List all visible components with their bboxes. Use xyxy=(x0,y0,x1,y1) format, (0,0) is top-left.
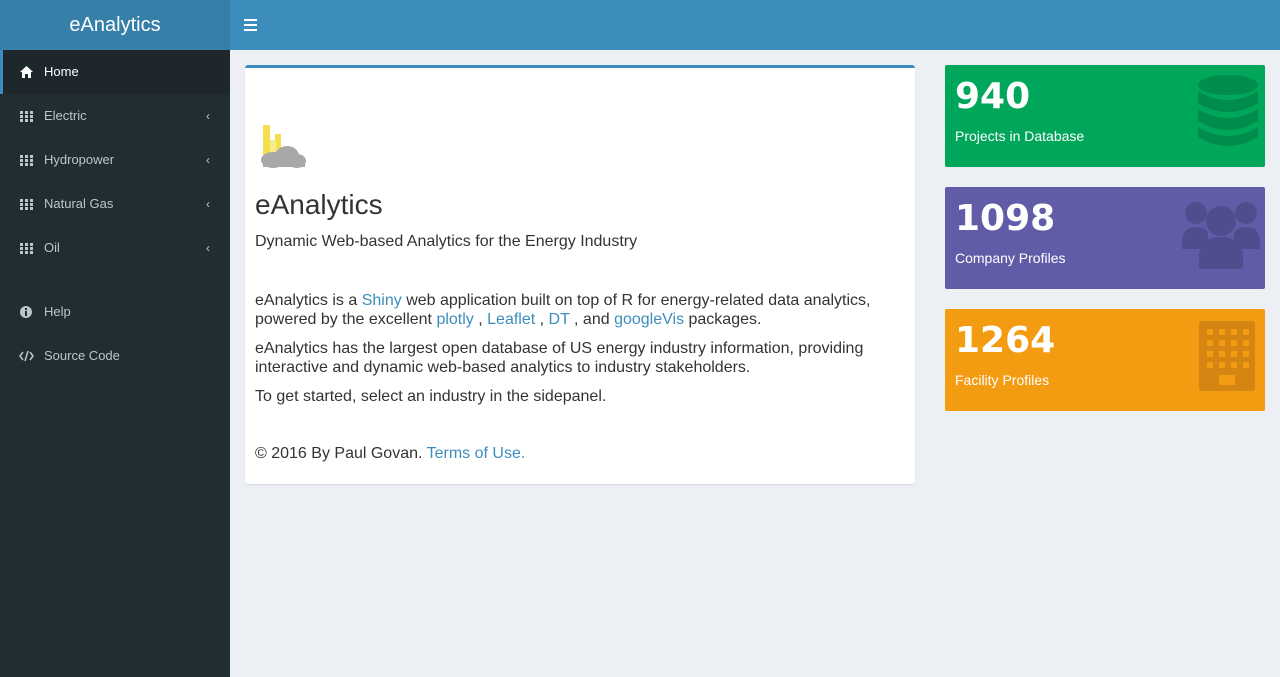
sidebar-item-source-code[interactable]: Source Code xyxy=(0,334,230,378)
sidebar-item-natural-gas[interactable]: Natural Gas ‹ xyxy=(0,182,230,226)
database-icon xyxy=(1198,75,1258,146)
home-icon xyxy=(18,50,34,94)
sidebar-item-label: Natural Gas xyxy=(44,196,114,211)
facilities-value-box: 1264 Facility Profiles xyxy=(945,309,1265,411)
separator-text: , xyxy=(535,311,549,328)
top-navbar xyxy=(230,0,1280,50)
leaflet-link[interactable]: Leaflet xyxy=(487,311,535,328)
sidebar-item-home[interactable]: Home xyxy=(0,50,230,94)
plotly-link[interactable]: plotly xyxy=(436,311,473,328)
sidebar-item-label: Help xyxy=(44,304,71,319)
sidebar-item-label: Hydropower xyxy=(44,152,115,167)
page-subtitle: Dynamic Web-based Analytics for the Ener… xyxy=(255,233,638,250)
intro-box: eAnalytics Dynamic Web-based Analytics f… xyxy=(245,65,915,484)
sidebar-item-label: Home xyxy=(44,64,79,79)
intro-body: eAnalytics is a Shiny web application bu… xyxy=(255,291,905,416)
projects-count: 940 xyxy=(955,76,1031,117)
building-icon xyxy=(1199,321,1255,391)
sidebar-item-label: Source Code xyxy=(44,348,120,363)
sidebar-item-help[interactable]: Help xyxy=(0,290,230,334)
intro-paragraph: eAnalytics is a Shiny web application bu… xyxy=(255,291,905,329)
separator-text: , and xyxy=(569,311,615,328)
menu-spacer xyxy=(0,270,230,290)
facilities-label: Facility Profiles xyxy=(955,372,1050,388)
sidebar-item-electric[interactable]: Electric ‹ xyxy=(0,94,230,138)
companies-label: Company Profiles xyxy=(955,250,1066,266)
users-icon xyxy=(1182,202,1260,269)
dt-link[interactable]: DT xyxy=(549,311,570,328)
database-paragraph: eAnalytics has the largest open database… xyxy=(255,340,864,376)
app-logo-title[interactable]: eAnalytics xyxy=(0,0,230,50)
copyright-footer: © 2016 By Paul Govan. Terms of Use. xyxy=(255,445,525,463)
separator-text: , xyxy=(473,311,488,328)
code-icon xyxy=(18,334,34,378)
googlevis-link[interactable]: googleVis xyxy=(614,311,684,328)
copyright-text: © 2016 By Paul Govan. xyxy=(255,445,427,462)
grid-icon xyxy=(18,94,34,138)
sidebar-item-label: Electric xyxy=(44,108,87,123)
sidebar-item-hydropower[interactable]: Hydropower ‹ xyxy=(0,138,230,182)
sidebar: eAnalytics Home Electric ‹ Hydropower ‹ … xyxy=(0,0,230,677)
shiny-link[interactable]: Shiny xyxy=(362,292,402,309)
sidebar-toggle-icon[interactable] xyxy=(244,17,258,33)
sidebar-menu: Home Electric ‹ Hydropower ‹ Natural Gas… xyxy=(0,50,230,378)
sidebar-item-label: Oil xyxy=(44,240,60,255)
intro-text: eAnalytics is a xyxy=(255,292,362,309)
info-icon xyxy=(18,290,34,334)
chevron-left-icon: ‹ xyxy=(206,109,210,123)
sidebar-item-oil[interactable]: Oil ‹ xyxy=(0,226,230,270)
eanalytics-logo-icon xyxy=(261,125,306,168)
projects-value-box: 940 Projects in Database xyxy=(945,65,1265,167)
page-title: eAnalytics xyxy=(255,189,383,220)
companies-count: 1098 xyxy=(955,198,1056,239)
companies-value-box: 1098 Company Profiles xyxy=(945,187,1265,289)
grid-icon xyxy=(18,182,34,226)
projects-label: Projects in Database xyxy=(955,128,1085,144)
chevron-left-icon: ‹ xyxy=(206,197,210,211)
terms-of-use-link[interactable]: Terms of Use. xyxy=(427,445,526,462)
get-started-paragraph: To get started, select an industry in th… xyxy=(255,388,607,405)
chevron-left-icon: ‹ xyxy=(206,153,210,167)
chevron-left-icon: ‹ xyxy=(206,241,210,255)
intro-text: packages. xyxy=(684,311,762,328)
grid-icon xyxy=(18,226,34,270)
facilities-count: 1264 xyxy=(955,320,1056,361)
grid-icon xyxy=(18,138,34,182)
